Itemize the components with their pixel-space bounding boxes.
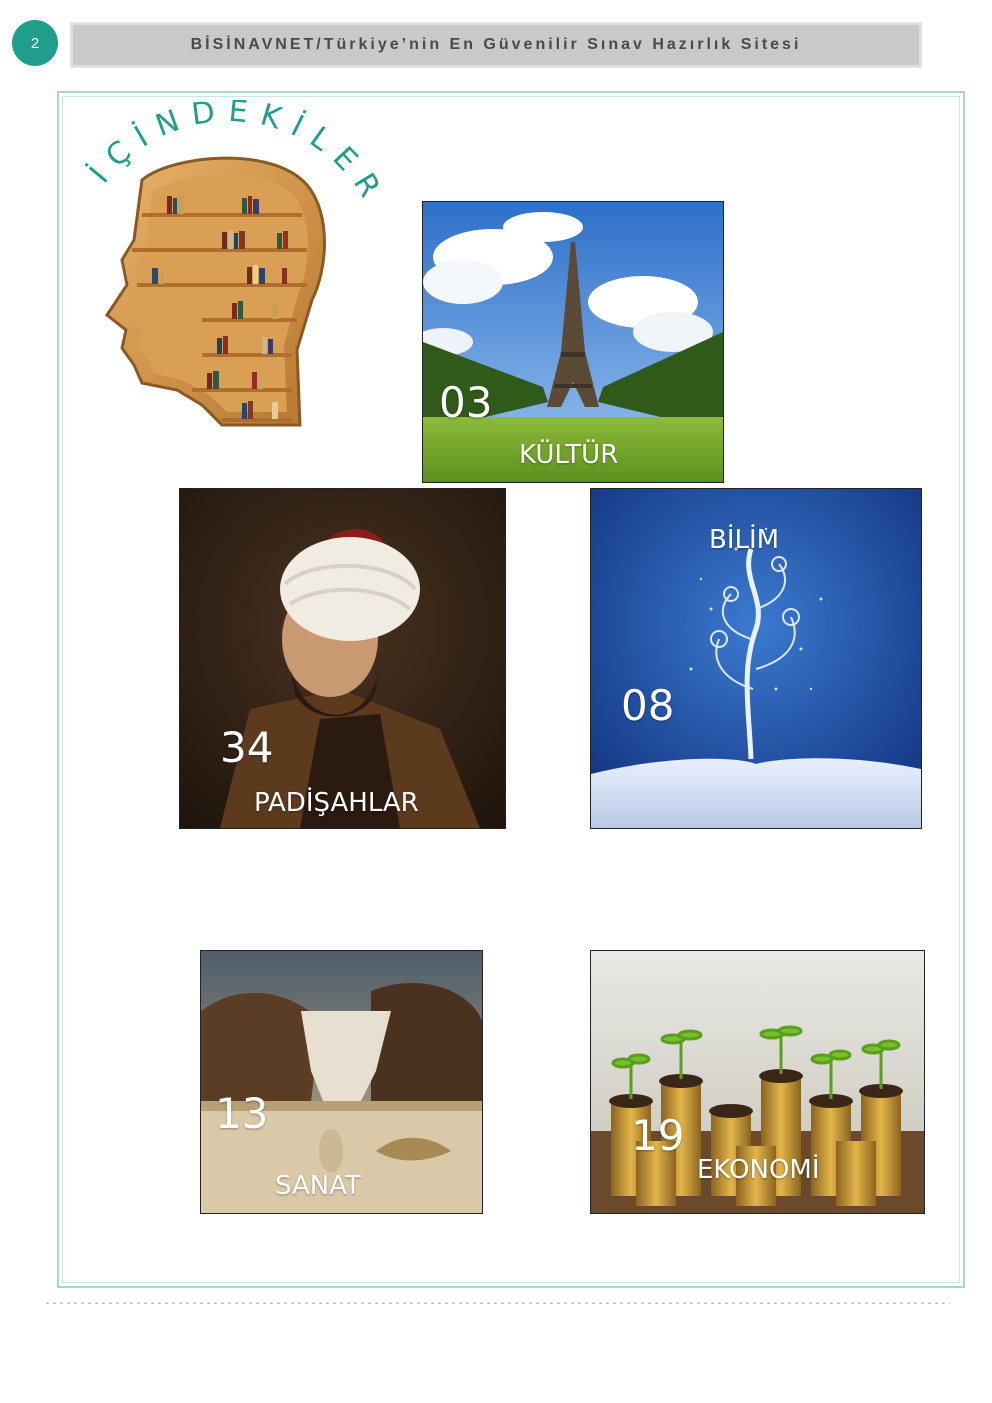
header-bar: BİSİNAVNET/Türkiye’nin En Güvenilir Sına…	[70, 22, 922, 68]
section-title: PADİŞAHLAR	[254, 788, 419, 818]
section-title: EKONOMİ	[697, 1155, 820, 1185]
section-title: BİLİM	[709, 525, 780, 555]
page-number: 2	[30, 34, 40, 52]
header-title: BİSİNAVNET/Türkiye’nin En Güvenilir Sına…	[190, 36, 802, 53]
section-number: 08	[621, 681, 675, 730]
section-title: SANAT	[275, 1171, 361, 1201]
section-number: 34	[220, 723, 274, 772]
section-padisahlar[interactable]: 34 PADİŞAHLAR	[179, 488, 506, 829]
section-title: KÜLTÜR	[519, 440, 619, 470]
section-ekonomi[interactable]: 19 EKONOMİ	[590, 950, 925, 1214]
section-bilim[interactable]: 08 BİLİM	[590, 488, 922, 829]
section-number: 03	[439, 378, 493, 427]
footer-dotted-rule	[44, 1302, 950, 1304]
section-kultur[interactable]: 03 KÜLTÜR	[422, 201, 724, 483]
section-sanat[interactable]: 13 SANAT	[200, 950, 483, 1214]
bookshelf-head-icon: İÇİNDEKİLER	[82, 94, 381, 427]
sultan-portrait	[180, 489, 505, 828]
page-number-badge: 2	[12, 20, 58, 66]
contents-logo: İÇİNDEKİLER	[82, 94, 402, 440]
section-number: 19	[631, 1111, 685, 1160]
section-number: 13	[215, 1089, 269, 1138]
